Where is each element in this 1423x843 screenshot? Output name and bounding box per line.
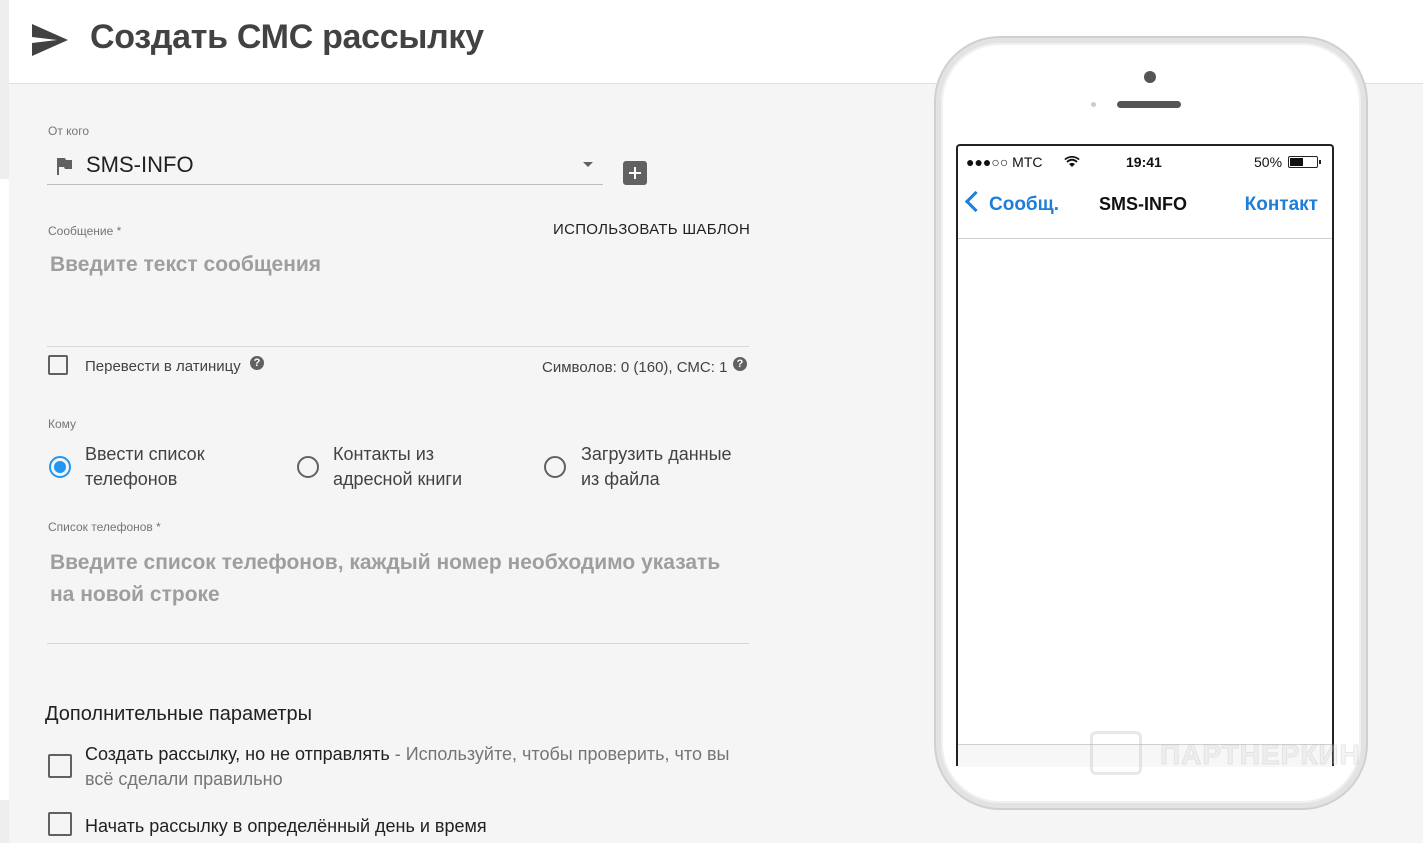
chevron-left-icon <box>964 190 987 213</box>
sender-value: SMS-INFO <box>86 152 194 177</box>
battery-icon <box>1288 156 1321 168</box>
radio-address-book-label[interactable]: Контакты из адресной книги <box>333 442 503 492</box>
back-button: Сообщ. <box>964 190 1059 216</box>
phone-camera <box>1144 71 1156 83</box>
watermark: ПАРТНЕРКИН <box>1090 731 1370 791</box>
battery-percent: 50% <box>1254 154 1283 170</box>
back-label: Сообщ. <box>989 194 1059 215</box>
radio-upload-file[interactable] <box>544 456 566 478</box>
phones-label: Список телефонов * <box>48 520 161 534</box>
contact-link: Контакт <box>1244 194 1318 215</box>
watermark-logo-icon <box>1090 731 1142 775</box>
transliterate-checkbox[interactable] <box>48 355 68 375</box>
battery-level <box>1290 158 1303 166</box>
status-time: 19:41 <box>1126 154 1162 170</box>
preview-sender-title: SMS-INFO <box>1099 194 1187 214</box>
extra-params-title: Дополнительные параметры <box>45 703 312 725</box>
message-label: Сообщение * <box>48 224 122 238</box>
message-placeholder: Введите текст сообщения <box>50 253 322 276</box>
radio-phone-list[interactable] <box>49 456 71 478</box>
draft-label[interactable]: Создать рассылку, но не отправлять - Исп… <box>85 742 735 792</box>
watermark-text: ПАРТНЕРКИН <box>1160 739 1361 771</box>
phone-nav-bar: Сообщ. SMS-INFO Контакт <box>958 176 1332 239</box>
phone-status-bar: ●●●○○ МТС 19:41 50% <box>958 146 1332 176</box>
chevron-down-icon <box>583 162 593 167</box>
wifi-icon <box>1064 156 1080 167</box>
recipients-label: Кому <box>48 417 77 431</box>
schedule-checkbox[interactable] <box>48 812 72 836</box>
phones-textarea[interactable]: Введите список телефонов, каждый номер н… <box>47 544 749 644</box>
use-template-button[interactable]: ИСПОЛЬЗОВАТЬ ШАБЛОН <box>553 221 750 238</box>
draft-label-text: Создать рассылку, но не отправлять <box>85 744 390 764</box>
left-edge-strip <box>0 0 9 843</box>
help-icon[interactable]: ? <box>250 356 264 370</box>
carrier-signal: ●●●○○ МТС <box>966 154 1043 170</box>
help-icon[interactable]: ? <box>733 357 747 371</box>
radio-address-book[interactable] <box>297 456 319 478</box>
phone-screen: ●●●○○ МТС 19:41 50% Сообщ. SMS-INFO Конт… <box>956 144 1334 767</box>
schedule-label[interactable]: Начать рассылку в определённый день и вр… <box>85 814 487 839</box>
edge-segment <box>0 800 9 843</box>
char-counter: Символов: 0 (160), СМС: 1 <box>542 359 728 376</box>
phone-sensor <box>1091 102 1096 107</box>
from-label: От кого <box>48 124 90 138</box>
send-icon <box>32 24 68 56</box>
draft-checkbox[interactable] <box>48 754 72 778</box>
add-sender-button[interactable] <box>623 161 647 185</box>
radio-upload-file-label[interactable]: Загрузить данные из файла <box>581 442 751 492</box>
sender-select[interactable]: SMS-INFO <box>47 146 603 185</box>
phone-speaker <box>1117 101 1181 108</box>
flag-icon <box>57 158 72 175</box>
transliterate-label: Перевести в латиницу <box>85 358 241 375</box>
page-title: Создать СМС рассылку <box>90 18 484 56</box>
phones-placeholder: Введите список телефонов, каждый номер н… <box>50 551 721 606</box>
radio-phone-list-label[interactable]: Ввести список телефонов <box>85 442 255 492</box>
message-textarea[interactable]: Введите текст сообщения <box>47 246 749 347</box>
edge-segment <box>0 0 9 179</box>
